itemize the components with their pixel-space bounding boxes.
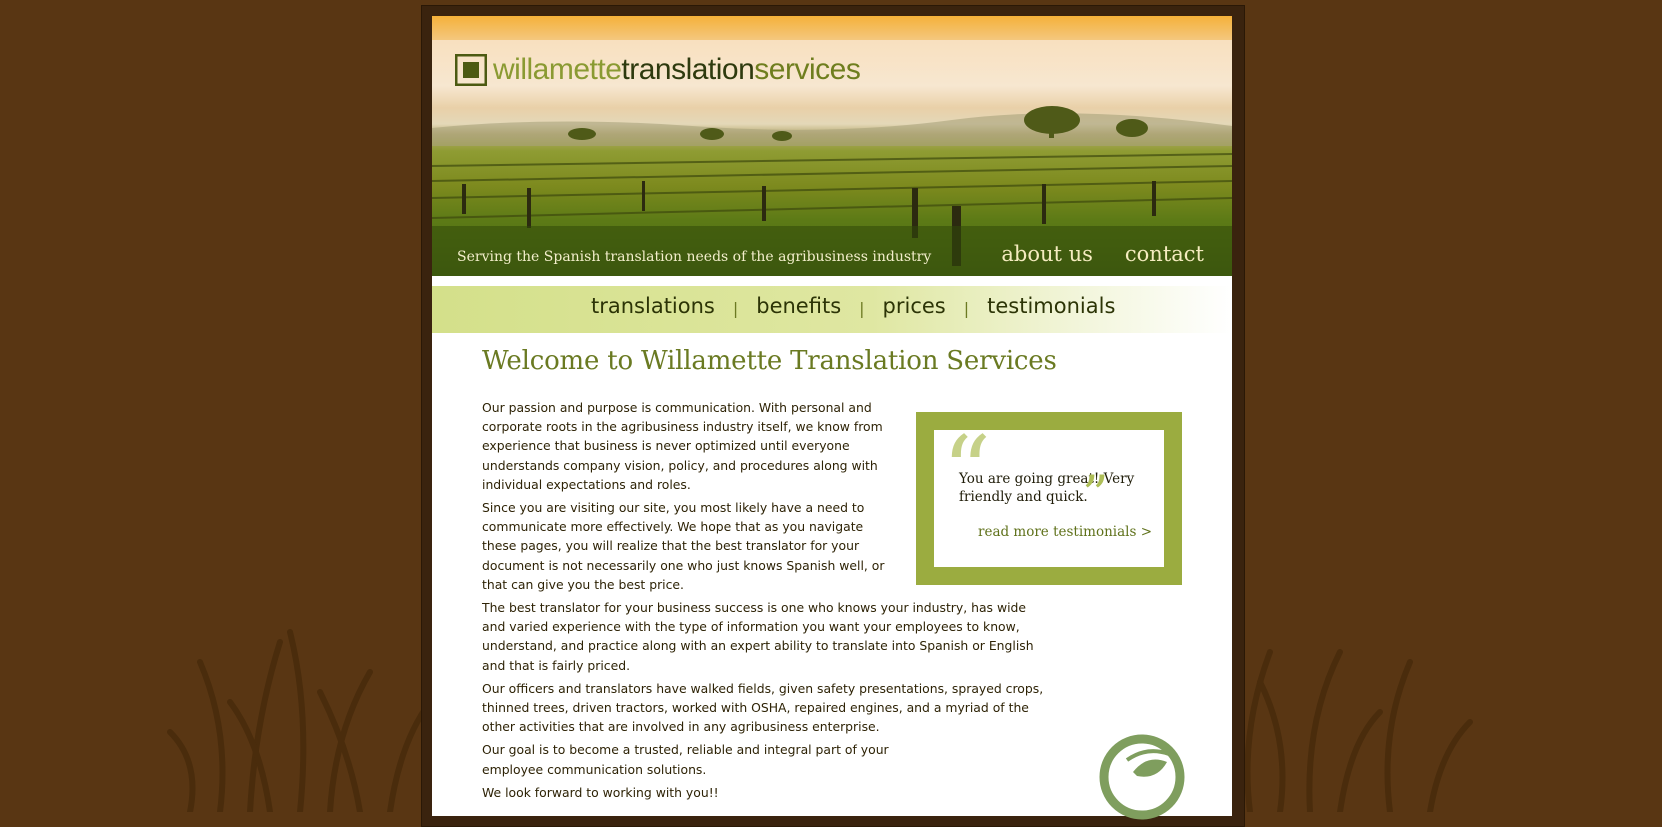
main-nav: translations | benefits | prices | testimon… [432, 286, 1232, 333]
intro-paragraph-3: The best translator for your business su… [482, 600, 1034, 673]
page-container: willamettetranslationservices Serving th… [432, 16, 1232, 820]
nav-separator: | [859, 298, 865, 318]
page-title: Welcome to Willamette Translation Servic… [482, 346, 1057, 376]
intro-paragraph-2: Since you are visiting our site, you mos… [482, 500, 885, 592]
close-quote-icon: ” [1082, 466, 1109, 526]
grass-decoration-left [167, 629, 433, 812]
read-more-testimonials-link[interactable]: read more testimonials > [978, 524, 1152, 540]
site-logo[interactable]: willamettetranslationservices [455, 50, 861, 90]
nav-translations[interactable]: translations [591, 294, 715, 318]
testimonial-quote: You are going great! Very friendly and q… [959, 471, 1135, 505]
intro-paragraph-1: Our passion and purpose is communication… [482, 400, 883, 492]
leaf-emblem-icon [1099, 734, 1185, 820]
nav-contact[interactable]: contact [1125, 242, 1204, 266]
header-banner: willamettetranslationservices Serving th… [432, 16, 1232, 276]
nav-separator: | [963, 298, 970, 318]
intro-paragraph-5: Our goal is to become a trusted, reliabl… [482, 742, 889, 777]
logo-square-icon [455, 54, 487, 86]
logo-word-willamette: willamette [493, 53, 622, 86]
nav-testimonials[interactable]: testimonials [987, 294, 1115, 318]
tagline: Serving the Spanish translation needs of… [457, 249, 932, 265]
testimonial-box: “ You are going great! Very friendly and… [916, 412, 1182, 585]
intro-paragraph-6: We look forward to working with you!! [482, 784, 719, 800]
top-nav: about us contact [1001, 242, 1204, 266]
intro-paragraph-4: Our officers and translators have walked… [482, 680, 1044, 735]
logo-text: willamettetranslationservices [493, 53, 861, 87]
nav-prices[interactable]: prices [883, 294, 946, 318]
nav-separator: | [732, 298, 739, 318]
nav-about-us[interactable]: about us [1001, 242, 1093, 266]
logo-word-translation: translation [621, 53, 755, 86]
testimonial-card: “ You are going great! Very friendly and… [934, 424, 1164, 567]
nav-benefits[interactable]: benefits [756, 294, 841, 318]
logo-word-services: services [754, 53, 861, 86]
